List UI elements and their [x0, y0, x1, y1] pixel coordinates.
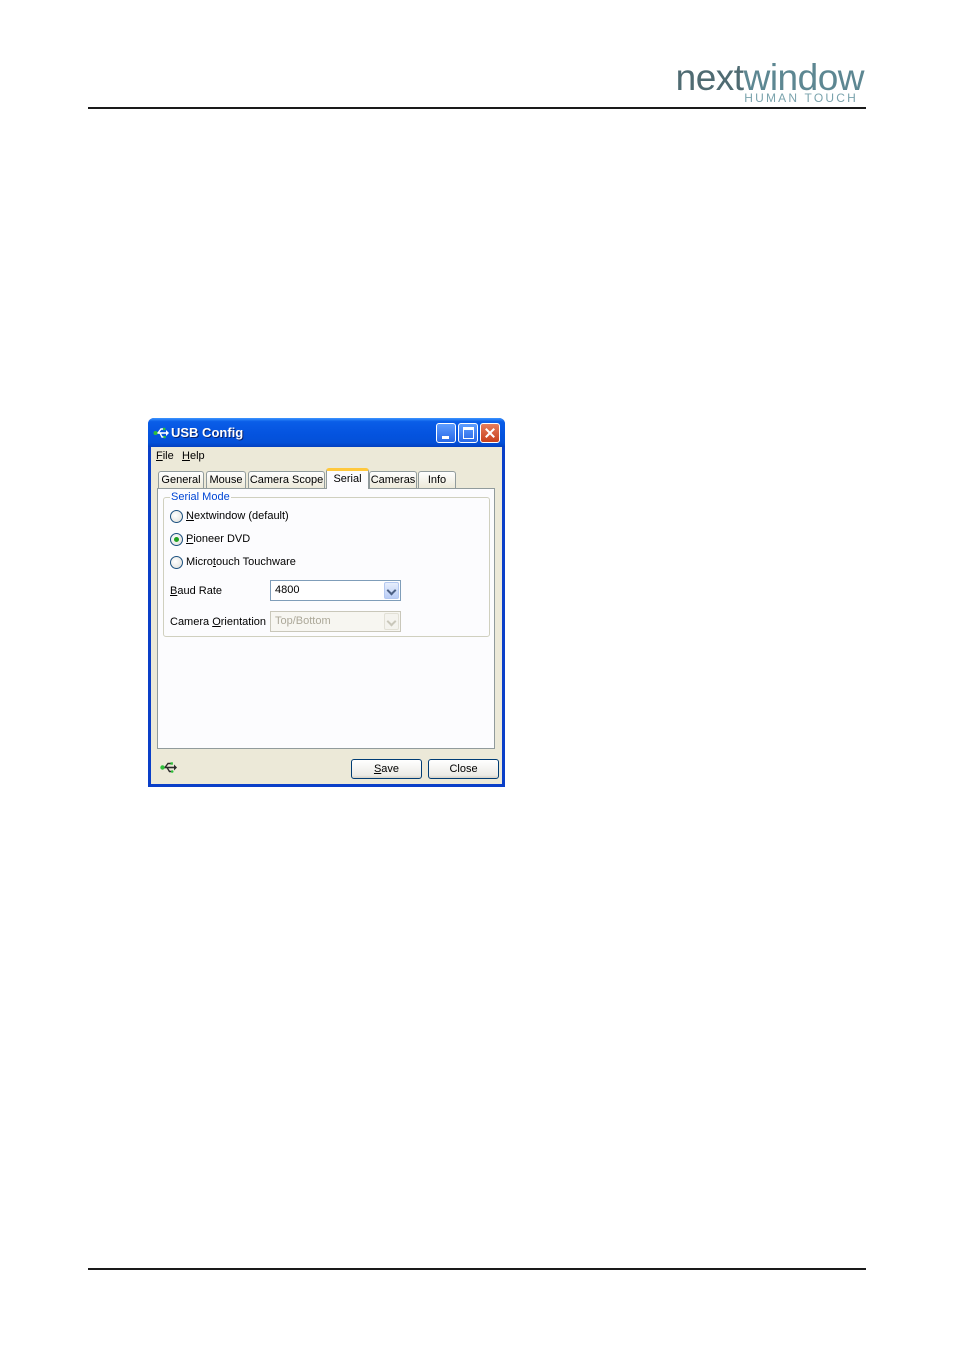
camera-orientation-label: Camera Orientation — [170, 616, 267, 628]
minimize-button[interactable] — [436, 423, 456, 443]
camera-orientation-select: Top/Bottom — [270, 611, 401, 632]
tab-camera-scope[interactable]: Camera Scope — [248, 471, 325, 488]
serial-mode-group: Serial Mode Nextwindow (default) Pioneer… — [163, 491, 490, 637]
window-client-area: File Help General Mouse Camera Scope Ser… — [151, 447, 502, 784]
close-button[interactable]: Close — [428, 759, 499, 779]
tab-serial[interactable]: Serial — [326, 468, 369, 489]
baud-rate-label: Baud Rate — [170, 585, 222, 597]
footer-rule — [88, 1268, 866, 1270]
chevron-down-icon — [384, 613, 399, 630]
menu-help[interactable]: Help — [182, 450, 205, 462]
tab-cameras[interactable]: Cameras — [369, 471, 417, 488]
nextwindow-logo: nextwindow HUMAN TOUCH — [640, 58, 866, 108]
usb-config-window: USB Config File Help General Mouse Camer… — [148, 418, 505, 787]
usb-icon — [153, 427, 169, 439]
maximize-button[interactable] — [458, 423, 478, 443]
header-rule — [88, 107, 866, 109]
radio-pioneer-dvd-label: Pioneer DVD — [186, 533, 251, 545]
baud-rate-select[interactable]: 4800 — [270, 580, 401, 601]
radio-nextwindow-button[interactable] — [170, 510, 183, 523]
tab-info[interactable]: Info — [418, 471, 456, 488]
tab-general[interactable]: General — [158, 471, 204, 488]
title-bar[interactable]: USB Config — [148, 418, 505, 447]
baud-rate-value: 4800 — [275, 584, 300, 596]
serial-mode-legend: Serial Mode — [170, 491, 231, 503]
usb-status-icon — [160, 762, 177, 773]
window-title: USB Config — [171, 425, 244, 440]
radio-pioneer-dvd-button[interactable] — [170, 533, 183, 546]
save-button[interactable]: Save — [351, 759, 422, 779]
radio-microtouch-button[interactable] — [170, 556, 183, 569]
logo-tagline: HUMAN TOUCH — [744, 91, 858, 105]
camera-orientation-value: Top/Bottom — [275, 615, 331, 627]
menu-bar: File Help — [151, 447, 502, 465]
menu-file[interactable]: File — [156, 450, 174, 462]
radio-nextwindow-label: Nextwindow (default) — [186, 510, 289, 522]
chevron-down-icon[interactable] — [384, 582, 399, 599]
tab-mouse[interactable]: Mouse — [206, 471, 246, 488]
radio-microtouch-label: Microtouch Touchware — [186, 556, 296, 568]
close-window-button[interactable] — [480, 423, 500, 443]
serial-tab-panel: Serial Mode Nextwindow (default) Pioneer… — [157, 488, 495, 749]
